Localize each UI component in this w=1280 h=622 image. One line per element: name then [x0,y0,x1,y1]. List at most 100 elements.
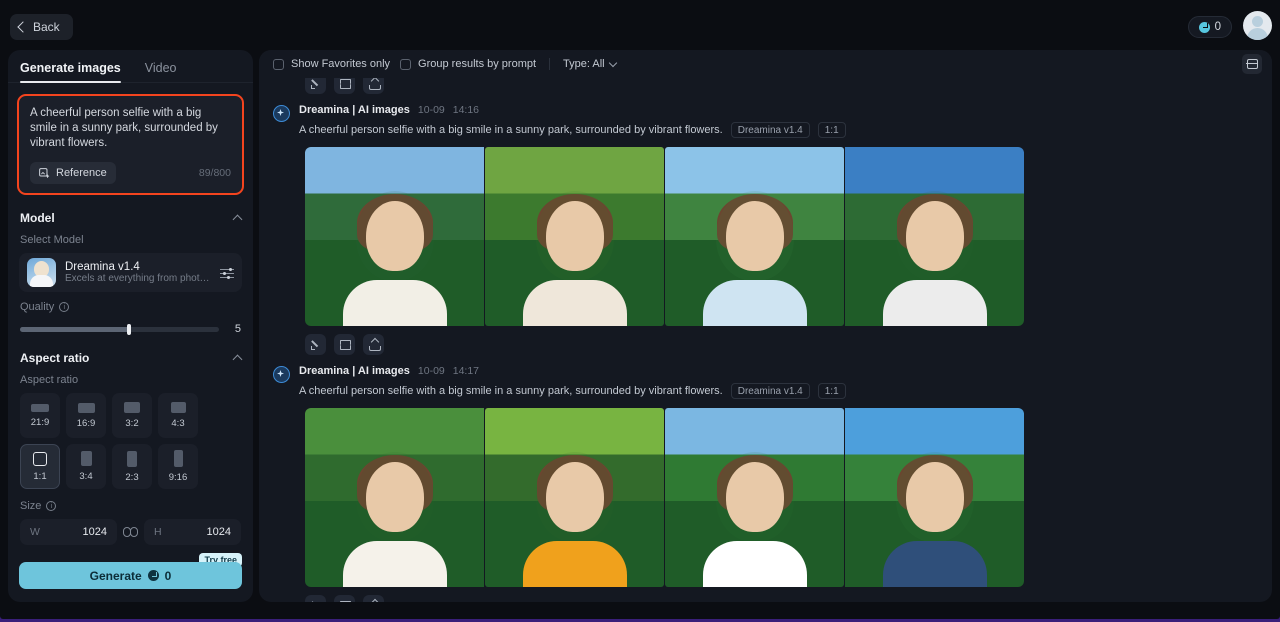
tab-video[interactable]: Video [145,61,177,82]
image-subject [365,461,424,532]
show-favorites-label: Show Favorites only [291,58,391,70]
generation-settings-panel: Generate images Video A cheerful person … [8,50,253,602]
checkbox-icon [400,58,412,70]
aspect-ratio-shape [31,403,49,412]
regenerate-icon [339,78,351,89]
aspect-ratio-shape [170,402,186,413]
result-ratio-badge: 1:1 [817,122,846,138]
generate-cost: 0 [164,568,172,583]
generated-image[interactable] [485,408,664,587]
result-meta: Dreamina | AI images 10-09 14:16 A cheerful… [299,104,1258,138]
height-input[interactable]: H 1024 [144,519,241,545]
edit-icon [310,600,321,602]
group-by-prompt-label: Group results by prompt [418,58,537,70]
tab-generate-images[interactable]: Generate images [20,61,121,83]
select-model-text: Select Model [20,234,84,246]
prompt-text: A cheerful person selfie with a big smil… [30,107,218,149]
chevron-up-icon[interactable] [232,214,243,225]
back-button[interactable]: Back [10,14,73,40]
model-info: Dreamina v1.4 Excels at everything from … [65,261,211,284]
info-icon[interactable]: i [59,302,70,312]
aspect-ratio-grid: 21:9 16:9 3:2 4:3 1:1 3:4 2:3 9:16 [8,386,253,489]
aspect-section-title: Aspect ratio [20,351,90,365]
generated-image[interactable] [845,408,1024,587]
quality-slider[interactable] [20,323,219,335]
generated-image[interactable] [305,408,484,587]
result-actions [305,334,1272,355]
aspect-ratio-shape [77,402,95,413]
link-icon[interactable] [123,527,138,537]
aspect-ratio-shape [124,402,140,413]
aspect-ratio-option-4-3[interactable]: 4:3 [158,393,198,438]
aspect-ratio-option-2-3[interactable]: 2:3 [112,444,152,489]
generate-label: Generate [89,568,142,583]
aspect-section-header[interactable]: Aspect ratio [8,345,253,371]
image-subject-body [702,280,807,326]
show-favorites-checkbox[interactable]: Show Favorites only [273,58,390,70]
reference-button[interactable]: Reference [30,162,116,184]
info-icon[interactable]: i [46,501,57,511]
model-thumbnail [27,258,56,287]
aspect-ratio-option-3-4[interactable]: 3:4 [66,444,106,489]
image-subject-body [882,280,987,326]
type-filter-select[interactable]: Type: All [563,58,617,70]
model-card[interactable]: Dreamina v1.4 Excels at everything from … [19,253,242,292]
type-filter-label: Type: All [563,58,605,70]
image-subject-body [342,541,447,587]
aspect-ratio-option-16-9[interactable]: 16:9 [66,393,106,438]
result-model-badge: Dreamina v1.4 [730,383,810,399]
regenerate-button[interactable] [334,78,355,94]
export-button[interactable] [363,78,384,94]
export-button[interactable] [363,334,384,355]
quality-slider-fill [20,326,130,332]
aspect-ratio-label: 2:3 [125,471,139,483]
edit-button[interactable] [305,334,326,355]
result-header: Dreamina | AI images 10-09 14:16 A cheerful… [259,104,1272,138]
generate-button[interactable]: Generate 0 [19,562,242,589]
result-meta: Dreamina | AI images 10-09 14:17 A cheerful… [299,365,1258,399]
size-label: Size i [8,500,253,512]
generated-image[interactable] [665,408,844,587]
aspect-ratio-label: 21:9 [30,416,50,428]
chevron-up-icon[interactable] [232,354,243,365]
generated-image[interactable] [305,147,484,326]
credits-count: 0 [1214,21,1221,33]
aspect-ratio-label: 3:2 [125,418,139,429]
generated-image[interactable] [845,147,1024,326]
edit-button[interactable] [305,595,326,602]
generated-image[interactable] [665,147,844,326]
edit-button[interactable] [305,78,326,94]
aspect-ratio-option-21-9[interactable]: 21:9 [20,393,60,438]
regenerate-button[interactable] [334,334,355,355]
quality-slider-handle[interactable] [127,323,132,335]
result-prompt-row: A cheerful person selfie with a big smil… [299,122,1258,138]
prompt-input[interactable]: A cheerful person selfie with a big smil… [17,94,244,195]
size-row: W 1024 H 1024 [8,512,253,545]
result-prompt-row: A cheerful person selfie with a big smil… [299,383,1258,399]
height-value: 1024 [206,526,231,538]
aspect-ratio-option-3-2[interactable]: 3:2 [112,393,152,438]
aspect-ratio-option-1-1[interactable]: 1:1 [20,444,60,489]
credits-pill[interactable]: 0 [1187,16,1232,38]
checkbox-icon [273,58,284,70]
quality-slider-row: 5 [8,323,253,335]
generated-image[interactable] [485,147,664,326]
result-title-row: Dreamina | AI images 10-09 14:16 [299,104,1258,116]
width-key: W [30,526,40,538]
group-by-prompt-checkbox[interactable]: Group results by prompt [400,58,536,70]
model-section-header[interactable]: Model [8,205,253,231]
credit-coin-icon [1198,21,1210,33]
aspect-ratio-option-9-16[interactable]: 9:16 [158,444,198,489]
results-scroll-area[interactable]: Dreamina | AI images 10-09 14:16 A cheerful… [259,78,1272,602]
edit-icon [310,339,321,350]
user-avatar[interactable] [1243,11,1272,40]
export-button[interactable] [363,595,384,602]
export-icon [368,78,381,90]
aspect-ratio-label: 1:1 [33,470,47,482]
width-input[interactable]: W 1024 [20,519,117,545]
regenerate-button[interactable] [334,595,355,602]
sliders-icon[interactable] [220,267,234,279]
bottom-accent-strip [0,616,1280,622]
credit-coin-icon [147,570,159,581]
panel-layout-toggle[interactable] [1242,54,1262,74]
